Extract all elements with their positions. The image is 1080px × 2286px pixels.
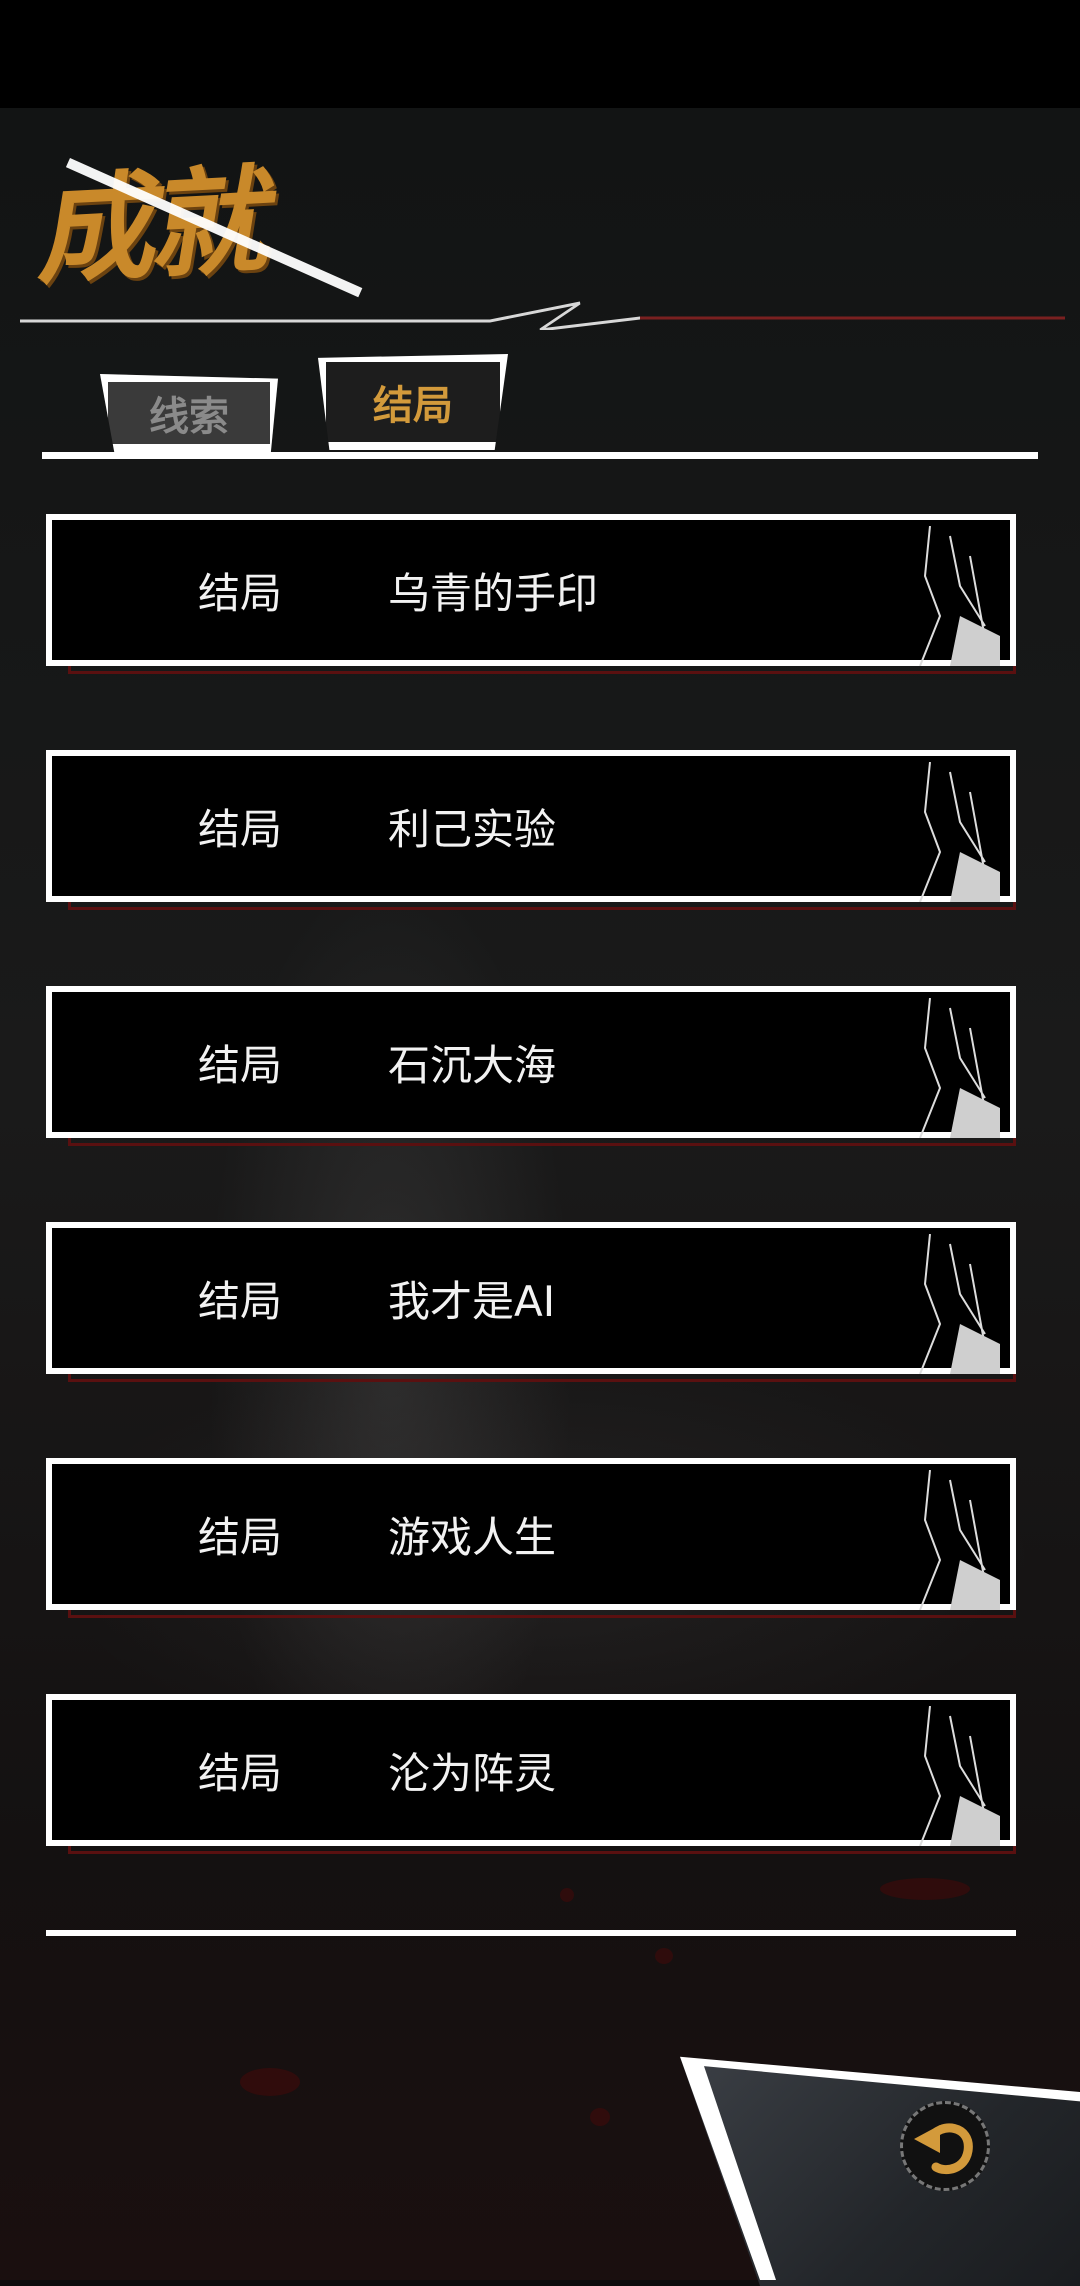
ending-label: 结局 [198,568,283,618]
ending-name: 沦为阵灵 [388,1748,557,1798]
list-item[interactable]: 结局 沦为阵灵 [46,1694,1016,1854]
ending-card: 结局 利己实验 [46,750,1016,902]
page-title: 成就 [32,151,281,301]
ending-name: 石沉大海 [388,1040,557,1090]
tab-baseline [42,452,1038,459]
ending-name: 我才是AI [388,1276,556,1326]
list-item[interactable]: 结局 乌青的手印 [46,514,1016,674]
list-end-divider [46,1930,1016,1936]
ending-label: 结局 [198,1748,283,1798]
tab-clues-label: 线索 [149,394,229,440]
ending-label: 结局 [198,1276,283,1326]
page-title-group: 成就 [32,130,380,301]
crack-decoration [919,1470,1000,1610]
tab-endings[interactable]: 结局 [318,354,508,450]
list-item[interactable]: 结局 石沉大海 [46,986,1016,1146]
ending-card: 结局 沦为阵灵 [46,1694,1016,1846]
back-arrow-icon [914,2123,973,2175]
ending-card: 结局 石沉大海 [46,986,1016,1138]
crack-decoration [919,1234,1000,1374]
back-panel [680,2045,1080,2286]
ending-card: 结局 游戏人生 [46,1458,1016,1610]
back-button[interactable] [900,2101,990,2191]
tab-endings-label: 结局 [373,383,453,429]
title-divider [20,301,1065,330]
status-bar [0,0,1080,108]
crack-decoration [919,526,1000,666]
ending-name: 游戏人生 [388,1512,557,1562]
ending-name: 利己实验 [388,804,557,854]
ending-card: 结局 乌青的手印 [46,514,1016,666]
ending-label: 结局 [198,804,283,854]
crack-decoration [919,1706,1000,1846]
list-item[interactable]: 结局 游戏人生 [46,1458,1016,1618]
list-item[interactable]: 结局 利己实验 [46,750,1016,910]
ending-name: 乌青的手印 [388,568,599,618]
ending-card: 结局 我才是AI [46,1222,1016,1374]
ending-label: 结局 [198,1512,283,1562]
crack-decoration [919,998,1000,1138]
tab-clues[interactable]: 线索 [100,374,278,452]
crack-decoration [919,762,1000,902]
list-item[interactable]: 结局 我才是AI [46,1222,1016,1382]
ending-label: 结局 [198,1040,283,1090]
